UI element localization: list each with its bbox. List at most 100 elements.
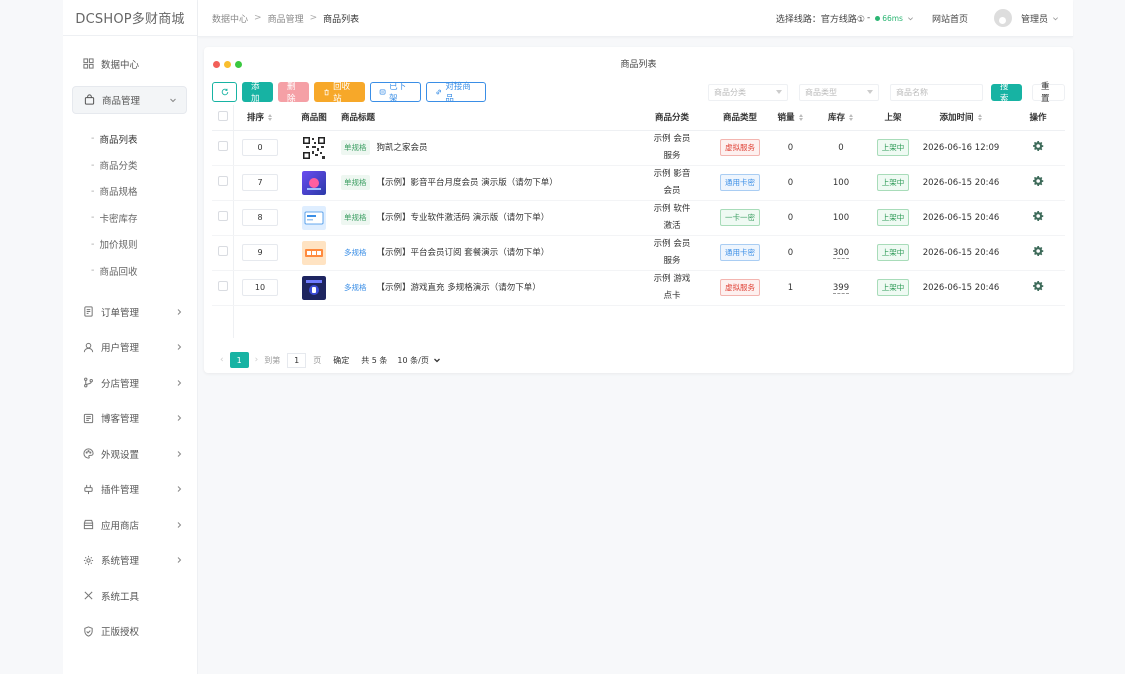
maximize-dot-icon [235,61,242,68]
sidebar-item-plugins[interactable]: 插件管理 [63,471,197,507]
breadcrumb-item[interactable]: 数据中心 [212,12,248,25]
prev-page-icon[interactable]: ‹ [220,355,224,365]
next-page-icon[interactable]: › [255,355,259,365]
sidebar-subitem-card-stock[interactable]: - 卡密库存 [63,205,197,231]
sort-icon [849,114,854,122]
sidebar-item-system[interactable]: 系统管理 [63,542,197,578]
gear-icon[interactable] [1032,140,1044,152]
sidebar-subitem-product-spec[interactable]: - 商品规格 [63,178,197,204]
sidebar-item-app-store[interactable]: 应用商店 [63,507,197,543]
sort-order-input[interactable]: 0 [242,139,278,156]
product-thumbnail [287,235,341,271]
product-title[interactable]: 【示例】游戏直充 多规格演示（请勿下单） [377,283,541,293]
gear-icon[interactable] [1032,245,1044,257]
row-checkbox[interactable] [212,130,233,166]
stock-cell[interactable]: 399 [807,270,875,306]
dock-products-button[interactable]: 对接商品 [426,82,486,104]
row-checkbox[interactable] [212,235,233,271]
status-badge[interactable]: 上架中 [876,174,910,191]
sales-cell: 0 [774,235,807,271]
row-checkbox[interactable] [212,200,233,236]
time-cell: 2026-06-16 12:09 [911,130,1011,166]
sort-order-input[interactable]: 10 [242,279,278,296]
status-badge[interactable]: 上架中 [876,209,910,226]
stock-cell[interactable]: 300 [807,235,875,271]
time-cell: 2026-06-15 20:46 [911,235,1011,271]
goto-confirm-button[interactable]: 确定 [333,355,349,366]
sidebar-subitem-product-recycle[interactable]: - 商品回收 [63,257,197,283]
type-badge: 虚拟服务 [720,279,760,296]
select-all-checkbox[interactable] [212,105,233,131]
sidebar-subitem-markup-rules[interactable]: - 加价规则 [63,231,197,257]
product-title[interactable]: 【示例】专业软件激活码 演示版（请勿下单） [377,213,550,223]
gear-icon[interactable] [1032,280,1044,292]
col-header-time[interactable]: 添加时间 [911,105,1011,131]
type-select[interactable]: 商品类型 [799,83,879,101]
add-button[interactable]: 添加 [242,82,273,104]
sidebar-subitem-product-category[interactable]: - 商品分类 [63,152,197,178]
chevron-right-icon [175,308,183,316]
sidebar-item-users[interactable]: 用户管理 [63,329,197,365]
col-header-sort[interactable]: 排序 [233,105,287,131]
type-cell: 一卡一密 [706,200,774,236]
refresh-button[interactable] [212,82,237,102]
app-logo[interactable]: DCSHOP多财商城 [63,0,197,36]
route-selector[interactable]: 选择线路：官方线路① - 66ms [776,12,914,25]
col-header-image: 商品图 [287,105,341,131]
chevron-down-icon [1052,15,1059,22]
total-count: 共 5 条 [361,355,388,365]
site-home-link[interactable]: 网站首页 [932,12,968,25]
sales-cell: 0 [774,165,807,201]
category-cell: 示例 游戏点卡 [638,270,706,306]
blog-icon [83,413,94,424]
status-badge[interactable]: 上架中 [876,279,910,296]
sidebar-item-label: 正版授权 [101,627,140,639]
avatar[interactable] [993,9,1012,27]
product-name-input[interactable] [890,83,983,101]
page-size-select[interactable]: 10 条/页 [397,355,440,366]
sidebar-item-orders[interactable]: 订单管理 [63,294,197,330]
product-title[interactable]: 狗凯之家会员 [377,143,428,153]
sort-order-input[interactable]: 7 [242,174,278,191]
sidebar-item-branches[interactable]: 分店管理 [63,365,197,401]
sidebar-item-dashboard[interactable]: 数据中心 [63,46,197,82]
row-checkbox[interactable] [212,270,233,306]
category-select[interactable]: 商品分类 [708,83,788,101]
reset-button[interactable]: 重置 [1032,82,1065,104]
gear-icon[interactable] [1032,210,1044,222]
caret-down-icon [776,90,782,94]
delete-button[interactable]: 删除 [278,82,309,104]
sort-order-input[interactable]: 9 [242,244,278,261]
category-cell: 示例 会员服务 [638,130,706,166]
product-title[interactable]: 【示例】影音平台月度会员 演示版（请勿下单） [377,178,558,188]
bag-icon [84,94,95,105]
sidebar-item-appearance[interactable]: 外观设置 [63,436,197,472]
row-checkbox[interactable] [212,165,233,201]
status-badge[interactable]: 上架中 [876,244,910,261]
table-header-row: 排序 商品图 商品标题 商品分类 商品类型 销量 库存 上架 添加时间 操作 [212,105,1065,131]
breadcrumb-item[interactable]: 商品管理 [268,12,304,25]
sidebar-item-license[interactable]: 正版授权 [63,613,197,649]
col-header-stock[interactable]: 库存 [807,105,875,131]
search-button[interactable]: 搜索 [991,82,1022,104]
gear-icon[interactable] [1032,175,1044,187]
status-badge[interactable]: 上架中 [876,139,910,156]
pagination: ‹ 1 › 到第 1 页 确定 共 5 条 10 条/页 [214,352,441,368]
sidebar-item-blog[interactable]: 博客管理 [63,400,197,436]
actions-cell [1011,130,1065,166]
sidebar-subitem-product-list[interactable]: - 商品列表 [63,126,197,152]
product-title[interactable]: 【示例】平台会员订阅 套餐演示（请勿下单） [377,248,550,258]
sidebar-item-products[interactable]: 商品管理 [72,85,187,114]
col-header-sales[interactable]: 销量 [774,105,807,131]
product-thumbnail [287,200,341,236]
dashboard-icon [83,58,94,69]
user-menu[interactable]: 管理员 [1021,12,1048,25]
sort-order-input[interactable]: 8 [242,209,278,226]
page-1-button[interactable]: 1 [229,352,249,368]
goto-page-input[interactable]: 1 [287,352,307,368]
sidebar-item-tools[interactable]: 系统工具 [63,578,197,614]
off-shelf-button[interactable]: 已下架 [370,82,421,104]
sidebar-item-label: 用户管理 [101,343,140,355]
recycle-bin-button[interactable]: 回收站 [314,82,365,104]
type-badge: 虚拟服务 [720,139,760,156]
